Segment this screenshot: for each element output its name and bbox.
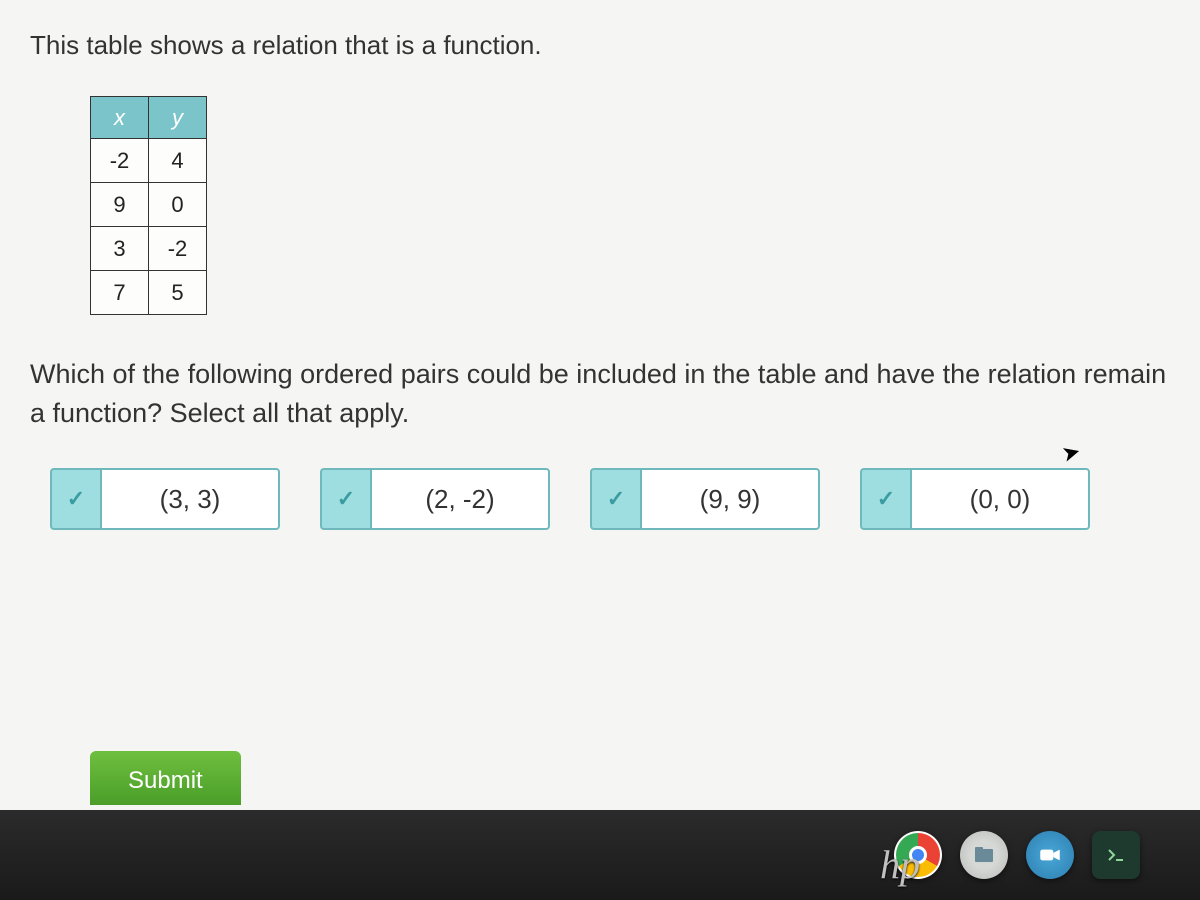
check-icon: ✓ — [607, 486, 625, 512]
option-item: ✓ (0, 0) — [860, 468, 1090, 530]
taskbar — [0, 810, 1200, 900]
cell-y: 0 — [149, 183, 207, 227]
cell-x: -2 — [91, 139, 149, 183]
option-checkbox[interactable]: ✓ — [590, 468, 640, 530]
option-label[interactable]: (0, 0) — [910, 468, 1090, 530]
table-row: 3 -2 — [91, 227, 207, 271]
table-row: 9 0 — [91, 183, 207, 227]
answer-options: ✓ (3, 3) ✓ (2, -2) ✓ (9, 9) ✓ (0, 0) — [50, 468, 1170, 530]
video-app-icon[interactable] — [1026, 831, 1074, 879]
cell-y: -2 — [149, 227, 207, 271]
check-icon: ✓ — [877, 486, 895, 512]
cell-x: 7 — [91, 271, 149, 315]
intro-text: This table shows a relation that is a fu… — [30, 30, 1170, 61]
option-label[interactable]: (9, 9) — [640, 468, 820, 530]
cell-x: 3 — [91, 227, 149, 271]
cell-y: 5 — [149, 271, 207, 315]
folder-icon — [972, 843, 996, 867]
check-icon: ✓ — [67, 486, 85, 512]
option-label[interactable]: (3, 3) — [100, 468, 280, 530]
option-checkbox[interactable]: ✓ — [320, 468, 370, 530]
terminal-app-icon[interactable] — [1092, 831, 1140, 879]
check-icon: ✓ — [337, 486, 355, 512]
table-header-y: y — [149, 97, 207, 139]
option-label[interactable]: (2, -2) — [370, 468, 550, 530]
cell-y: 4 — [149, 139, 207, 183]
function-table: x y -2 4 9 0 3 -2 7 5 — [90, 96, 207, 315]
option-item: ✓ (9, 9) — [590, 468, 820, 530]
option-checkbox[interactable]: ✓ — [860, 468, 910, 530]
table-row: -2 4 — [91, 139, 207, 183]
files-app-icon[interactable] — [960, 831, 1008, 879]
cell-x: 9 — [91, 183, 149, 227]
option-checkbox[interactable]: ✓ — [50, 468, 100, 530]
camera-icon — [1037, 842, 1063, 868]
option-item: ✓ (2, -2) — [320, 468, 550, 530]
option-item: ✓ (3, 3) — [50, 468, 280, 530]
question-text: Which of the following ordered pairs cou… — [30, 355, 1170, 433]
submit-button[interactable]: Submit — [90, 751, 241, 805]
brand-label: hp — [880, 841, 920, 888]
prompt-icon — [1104, 843, 1128, 867]
table-row: 7 5 — [91, 271, 207, 315]
table-header-x: x — [91, 97, 149, 139]
